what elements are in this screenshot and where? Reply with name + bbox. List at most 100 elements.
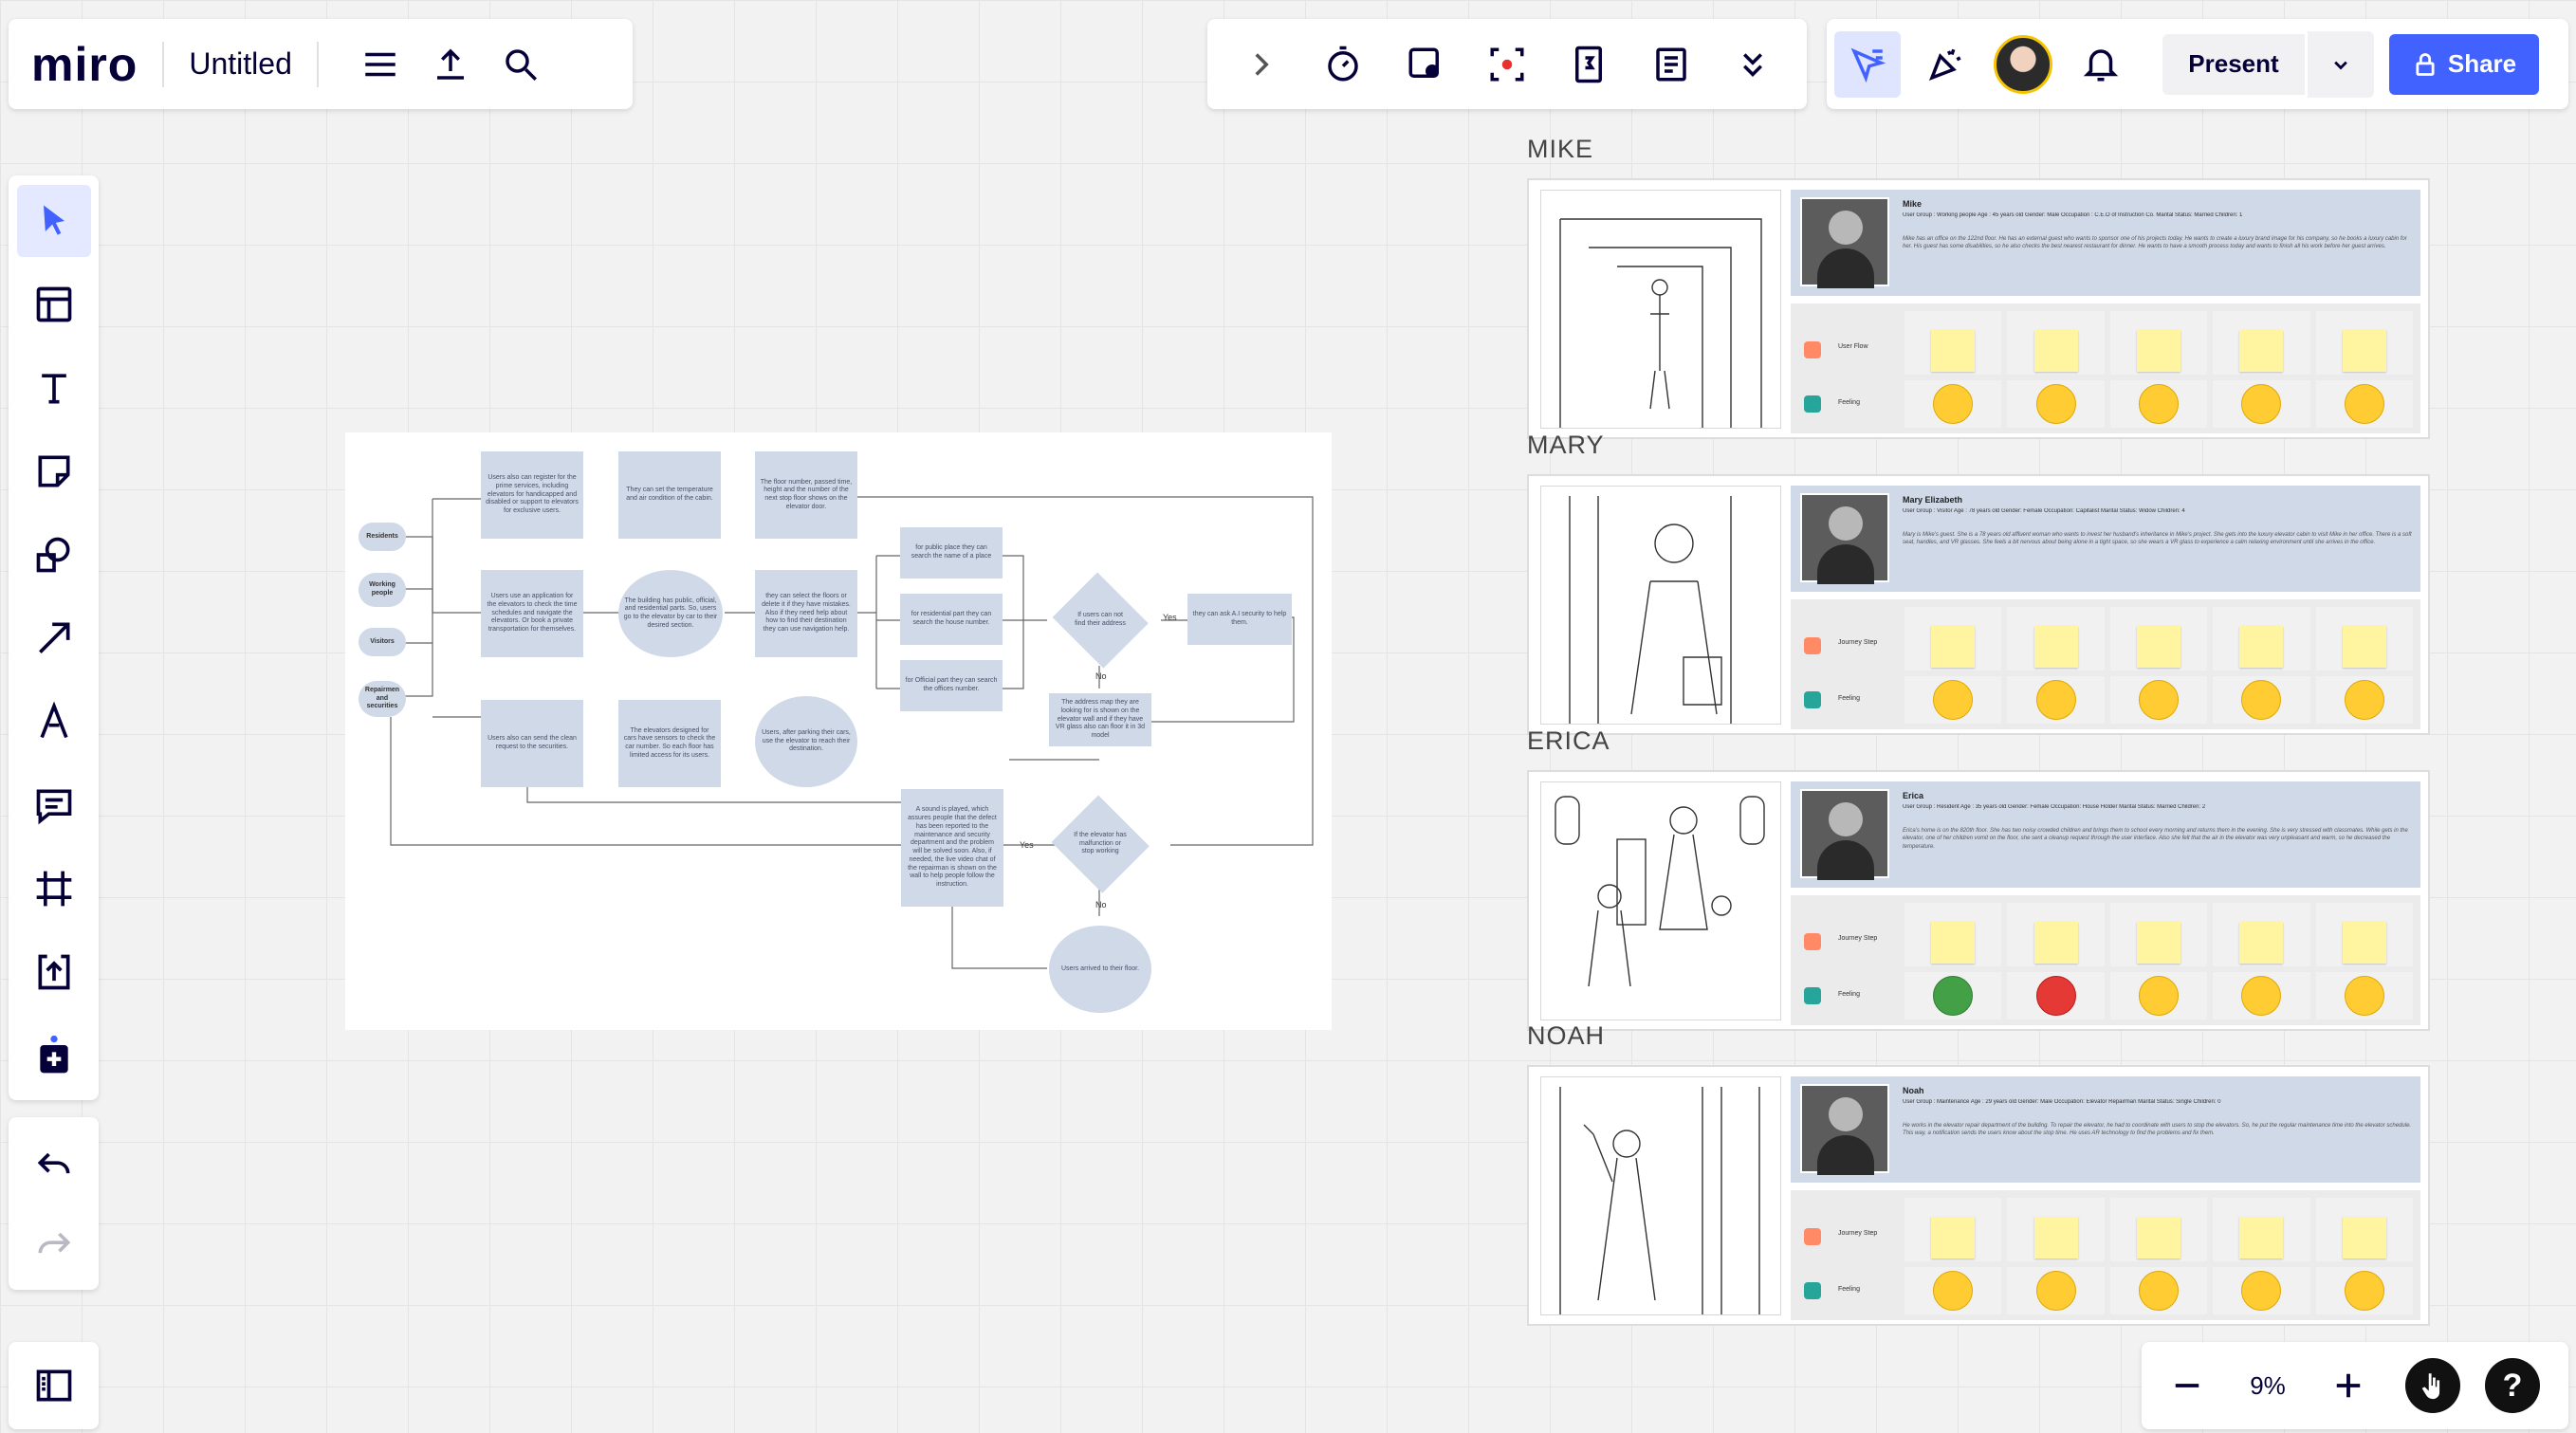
voting-icon[interactable] (1555, 31, 1622, 98)
sticky-note[interactable] (2033, 922, 2078, 964)
emoji-nerd[interactable] (1933, 680, 1974, 720)
flow-node[interactable]: The address map they are looking for is … (1049, 693, 1151, 746)
more-apps-icon[interactable] (17, 1020, 91, 1092)
flow-node-repairmen[interactable]: Repairmen and securities (359, 681, 406, 717)
bell-icon[interactable] (2068, 31, 2134, 98)
upload-icon[interactable] (417, 31, 484, 98)
notes-icon[interactable] (1638, 31, 1704, 98)
emoji-grinning[interactable] (2344, 1271, 2384, 1311)
share-button[interactable]: Share (2389, 33, 2539, 95)
comment-icon[interactable] (17, 769, 91, 841)
persona-card-mary[interactable]: Mary Elizabeth User Group : Visitor Age … (1527, 474, 2430, 735)
emoji-weary[interactable] (2139, 976, 2180, 1016)
undo-icon[interactable] (17, 1129, 91, 1201)
sticky-note[interactable] (2239, 922, 2284, 964)
sticky-note[interactable] (2033, 1217, 2078, 1258)
flow-node[interactable]: Users also can send the clean request to… (481, 700, 583, 787)
flow-decision[interactable]: If the elevator has malfunction or stop … (1049, 797, 1151, 891)
persona-card-erica[interactable]: Erica User Group : Resident Age : 35 yea… (1527, 770, 2430, 1031)
persona-card-noah[interactable]: Noah User Group : Maintenance Age : 29 y… (1527, 1065, 2430, 1326)
reactions-icon[interactable] (1392, 31, 1459, 98)
sticky-note[interactable] (1931, 922, 1976, 964)
flow-node[interactable]: Users arrived to their floor. (1049, 926, 1151, 1013)
sticky-note[interactable] (2137, 1217, 2181, 1258)
text-tool-icon[interactable] (17, 352, 91, 424)
emoji-hugging[interactable] (2344, 680, 2384, 720)
pointer-hand-icon[interactable] (2405, 1358, 2460, 1413)
chevron-right-icon[interactable] (1228, 31, 1295, 98)
emoji-confounded[interactable] (2139, 680, 2180, 720)
double-chevron-down-icon[interactable] (1720, 31, 1786, 98)
board-title[interactable]: Untitled (189, 46, 292, 82)
sticky-note[interactable] (2033, 330, 2078, 372)
record-icon[interactable] (1474, 31, 1540, 98)
emoji-nerd[interactable] (1933, 1271, 1974, 1311)
sticky-note[interactable] (2239, 330, 2284, 372)
celebrate-icon[interactable] (1912, 31, 1978, 98)
zoom-out-icon[interactable] (2149, 1348, 2225, 1424)
menu-icon[interactable] (347, 31, 414, 98)
sidebar-toggle-icon[interactable] (17, 1350, 91, 1422)
timer-icon[interactable] (1310, 31, 1376, 98)
flow-node[interactable]: They can set the temperature and air con… (618, 451, 721, 539)
sticky-note[interactable] (2239, 1217, 2284, 1258)
emoji-frowning[interactable] (2241, 976, 2282, 1016)
flow-decision[interactable]: If users can not find their address (1049, 575, 1151, 666)
sticky-note[interactable] (2137, 922, 2181, 964)
sticky-note[interactable] (2342, 1217, 2386, 1258)
emoji-smile[interactable] (2035, 1271, 2076, 1311)
connection-line-icon[interactable] (17, 602, 91, 674)
flow-node[interactable]: for Official part they can search the of… (900, 660, 1003, 711)
chevron-down-icon[interactable] (2308, 30, 2374, 98)
emoji-sunglasses[interactable] (2139, 1271, 2180, 1311)
emoji-nerd[interactable] (2241, 384, 2282, 424)
emoji-thinking[interactable] (2139, 384, 2180, 424)
redo-icon[interactable] (17, 1208, 91, 1280)
flow-node[interactable]: Users also can register for the prime se… (481, 451, 583, 539)
sticky-note[interactable] (2342, 922, 2386, 964)
sticky-note-icon[interactable] (17, 435, 91, 507)
zoom-in-icon[interactable] (2310, 1348, 2386, 1424)
upload-content-icon[interactable] (17, 936, 91, 1008)
cursor-follow-icon[interactable] (1834, 30, 1901, 98)
miro-logo[interactable]: miro (31, 37, 138, 92)
sticky-note[interactable] (2342, 330, 2386, 372)
sticky-note[interactable] (2137, 626, 2181, 668)
sticky-note[interactable] (1931, 626, 1976, 668)
flow-node-residents[interactable]: Residents (359, 523, 406, 551)
pen-icon[interactable] (17, 686, 91, 758)
sticky-note[interactable] (2033, 626, 2078, 668)
select-tool-icon[interactable] (17, 185, 91, 257)
flow-node[interactable]: Users use an application for the elevato… (481, 570, 583, 657)
zoom-level[interactable]: 9% (2225, 1371, 2310, 1401)
search-icon[interactable] (488, 31, 554, 98)
sticky-note[interactable] (2239, 626, 2284, 668)
flow-node[interactable]: Users, after parking their cars, use the… (755, 696, 857, 787)
emoji-exploding-head[interactable] (2035, 976, 2076, 1016)
flow-node-working[interactable]: Working people (359, 573, 406, 607)
flow-node[interactable]: for residential part they can search the… (900, 594, 1003, 645)
flow-node[interactable]: for public place they can search the nam… (900, 527, 1003, 579)
flow-node[interactable]: The elevators designed for cars have sen… (618, 700, 721, 787)
flow-node-visitors[interactable]: Visitors (359, 628, 406, 656)
sticky-note[interactable] (2137, 330, 2181, 372)
emoji-nauseated[interactable] (1933, 976, 1974, 1016)
persona-card-mike[interactable]: Mike User Group : Working people Age : 4… (1527, 178, 2430, 439)
sticky-note[interactable] (1931, 330, 1976, 372)
templates-icon[interactable] (17, 268, 91, 340)
flow-node[interactable]: The floor number, passed time, height an… (755, 451, 857, 539)
emoji-thinking[interactable] (2035, 384, 2076, 424)
frame-icon[interactable] (17, 853, 91, 925)
help-button[interactable]: ? (2485, 1358, 2540, 1413)
flow-node[interactable]: The building has public, official, and r… (618, 570, 723, 657)
emoji-worried[interactable] (1933, 384, 1974, 424)
flow-node[interactable]: A sound is played, which assures people … (901, 789, 1003, 907)
emoji-relieved[interactable] (2344, 384, 2384, 424)
sticky-note[interactable] (2342, 626, 2386, 668)
present-button[interactable]: Present (2162, 33, 2305, 95)
emoji-smiling[interactable] (2035, 680, 2076, 720)
emoji-upside-down[interactable] (2344, 976, 2384, 1016)
flowchart-frame[interactable]: Residents Working people Visitors Repair… (345, 432, 1332, 1030)
shapes-icon[interactable] (17, 519, 91, 591)
emoji-relieved[interactable] (2241, 1271, 2282, 1311)
